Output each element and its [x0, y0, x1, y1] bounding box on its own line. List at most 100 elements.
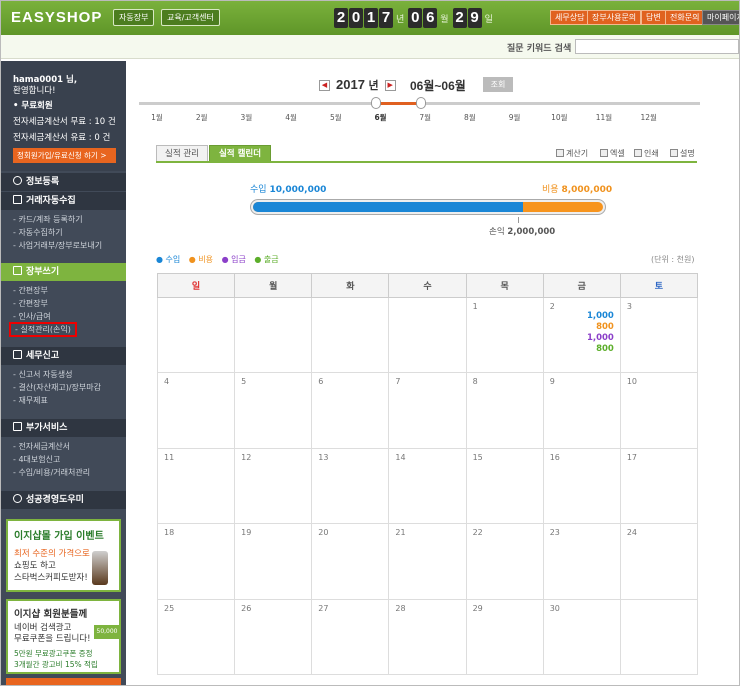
month-label[interactable]: 6월 — [366, 112, 396, 123]
sidebar: hama0001 님, 환영합니다! • 무료회원 전자세금계산서 무료 : 1… — [1, 61, 126, 685]
calendar-day[interactable]: 29 — [465, 598, 544, 676]
calendar-day[interactable]: 26 — [234, 598, 313, 676]
help-tool[interactable]: 설명 — [670, 148, 695, 159]
calendar-day[interactable]: 27 — [311, 598, 390, 676]
calendar-day[interactable]: 14 — [388, 447, 467, 525]
phone-inquiry-button[interactable]: 전화문의 — [665, 10, 705, 25]
search-input[interactable] — [575, 39, 739, 54]
menu-simple-ledger-2[interactable]: - 간편장부 — [13, 298, 48, 309]
calendar-day[interactable]: 17 — [619, 447, 699, 525]
weekday-fri: 금 — [542, 273, 621, 298]
month-label[interactable]: 2월 — [187, 112, 217, 123]
nav-auto-ledger-button[interactable]: 자동장부 — [113, 9, 155, 26]
logo[interactable]: EASYSHOP — [11, 9, 102, 26]
calendar-day[interactable]: 23 — [542, 523, 621, 600]
sidebar-bottom-banner[interactable] — [6, 678, 121, 685]
calendar-day[interactable]: 13 — [311, 447, 390, 525]
join-member-button[interactable]: 정회원가입/유료신청 하기 > — [13, 148, 116, 163]
calendar-day[interactable]: 21 — [388, 523, 467, 600]
mypage-button[interactable]: 마이페이지 — [702, 10, 739, 25]
calendar-day[interactable]: 25 — [156, 598, 236, 676]
menu-success-helper[interactable]: 성공경영도우미 — [1, 491, 126, 509]
menu-e-invoice[interactable]: - 전자세금계산서 — [13, 441, 70, 452]
day-number: 8 — [472, 377, 478, 387]
menu-info-register[interactable]: 정보등록 — [1, 173, 126, 191]
ledger-inquiry-button[interactable]: 장부사용문의 — [587, 10, 642, 25]
calendar-day[interactable]: 11 — [156, 447, 236, 525]
calendar-day[interactable]: 10 — [619, 372, 699, 449]
tab-performance-calendar[interactable]: 실적 캘린더 — [209, 145, 271, 162]
expense-summary: 비용 8,000,000 — [542, 185, 613, 195]
tab-performance-manage[interactable]: 실적 관리 — [156, 145, 208, 162]
menu-auto-report[interactable]: - 신고서 자동생성 — [13, 369, 73, 380]
calendar-day[interactable]: 18 — [156, 523, 236, 600]
month-label[interactable]: 12월 — [634, 112, 664, 123]
tax-consult-button[interactable]: 세무상담 — [550, 10, 590, 25]
menu-financial-statements[interactable]: - 재무제표 — [13, 395, 48, 406]
calendar-day[interactable]: 24 — [619, 523, 699, 600]
year-navigator: ◀ 2017 년 ▶ — [319, 76, 396, 94]
menu-bookkeeping[interactable]: 장부쓰기 — [1, 263, 126, 281]
menu-insurance-report[interactable]: - 4대보험신고 — [13, 454, 60, 465]
calculator-tool[interactable]: 계산기 — [556, 148, 588, 159]
month-label[interactable]: 9월 — [500, 112, 530, 123]
day-number: 22 — [472, 528, 483, 538]
calendar-day[interactable]: 22 — [465, 523, 544, 600]
menu-auto-collect[interactable]: 거래자동수집 — [1, 192, 126, 210]
slider-end-handle[interactable] — [416, 97, 426, 109]
menu-simple-ledger[interactable]: - 간편장부 — [13, 285, 48, 296]
menu-closing[interactable]: - 결산(자산재고)/장부마감 — [13, 382, 101, 393]
month-label[interactable]: 7월 — [410, 112, 440, 123]
calendar-day[interactable]: 16 — [542, 447, 621, 525]
menu-auto-collect-run[interactable]: - 자동수집하기 — [13, 227, 63, 238]
calendar-day[interactable]: 7 — [388, 372, 467, 449]
month-label[interactable]: 5월 — [321, 112, 351, 123]
menu-tax-report[interactable]: 세무신고 — [1, 347, 126, 365]
menu-hr-payroll[interactable]: - 인사/급여 — [13, 311, 51, 322]
day-number: 2 — [549, 302, 555, 311]
day-number: 19 — [241, 528, 252, 538]
calendar-day[interactable]: 9 — [542, 372, 621, 449]
calendar-day[interactable]: 1 — [465, 296, 544, 374]
calendar-day[interactable]: 5 — [234, 372, 313, 449]
excel-tool[interactable]: 엑셀 — [600, 148, 625, 159]
next-year-button[interactable]: ▶ — [384, 79, 396, 91]
calendar-day[interactable]: 12 — [234, 447, 313, 525]
menu-client-management[interactable]: - 수입/비용/거래처관리 — [13, 467, 90, 478]
print-tool[interactable]: 인쇄 — [634, 148, 659, 159]
prev-year-button[interactable]: ◀ — [319, 79, 330, 91]
day-deposit-value: 1,000 — [586, 333, 614, 343]
calendar-day[interactable]: 8 — [465, 372, 544, 449]
calendar-day[interactable]: 15 — [465, 447, 544, 525]
view-button[interactable]: 조회 — [483, 77, 513, 92]
day-number: 29 — [472, 603, 483, 613]
menu-card-account-register[interactable]: - 카드/계좌 등록하기 — [13, 214, 83, 225]
calendar-day[interactable]: 2 1,000 800 1,000 800 — [542, 296, 621, 374]
menu-send-to-ledger[interactable]: - 사업거래부/장부로보내기 — [13, 240, 102, 251]
menu-extra-services[interactable]: 부가서비스 — [1, 419, 126, 437]
menu-performance-pnl[interactable]: - 실적관리(손익) — [9, 322, 77, 337]
answer-button[interactable]: 답변 — [641, 10, 666, 25]
income-bar-fill — [253, 202, 523, 212]
month-label[interactable]: 3월 — [231, 112, 261, 123]
calendar-day[interactable]: 6 — [311, 372, 390, 449]
month-label[interactable]: 8월 — [455, 112, 485, 123]
month-label[interactable]: 4월 — [276, 112, 306, 123]
calendar-empty-cell — [619, 598, 699, 676]
calendar-day[interactable]: 28 — [388, 598, 467, 676]
calendar-day[interactable]: 20 — [311, 523, 390, 600]
legend-expense: ● 비용 — [188, 255, 214, 264]
nav-education-button[interactable]: 교육/고객센터 — [161, 9, 220, 26]
month-label[interactable]: 1월 — [142, 112, 172, 123]
app-window: EASYSHOP 자동장부 교육/고객센터 2 0 1 7 년 0 6 월 2 … — [0, 0, 740, 686]
calendar-empty-cell — [156, 296, 236, 374]
calendar-day[interactable]: 30 — [542, 598, 621, 676]
month-label[interactable]: 10월 — [544, 112, 574, 123]
ad-shopping-event[interactable]: 이지샵몰 가입 이벤트 최저 수준의 가격으로 쇼핑도 하고 스타벅스커피도받자… — [6, 519, 121, 592]
slider-start-handle[interactable] — [371, 97, 381, 109]
calendar-day[interactable]: 3 — [619, 296, 699, 374]
month-label[interactable]: 11월 — [589, 112, 619, 123]
calendar-day[interactable]: 4 — [156, 372, 236, 449]
calendar-day[interactable]: 19 — [234, 523, 313, 600]
ad-naver-coupon[interactable]: 이지샵 회원분들께 네이버 검색광고 무료쿠폰을 드립니다! 50,000 5만… — [6, 599, 121, 674]
